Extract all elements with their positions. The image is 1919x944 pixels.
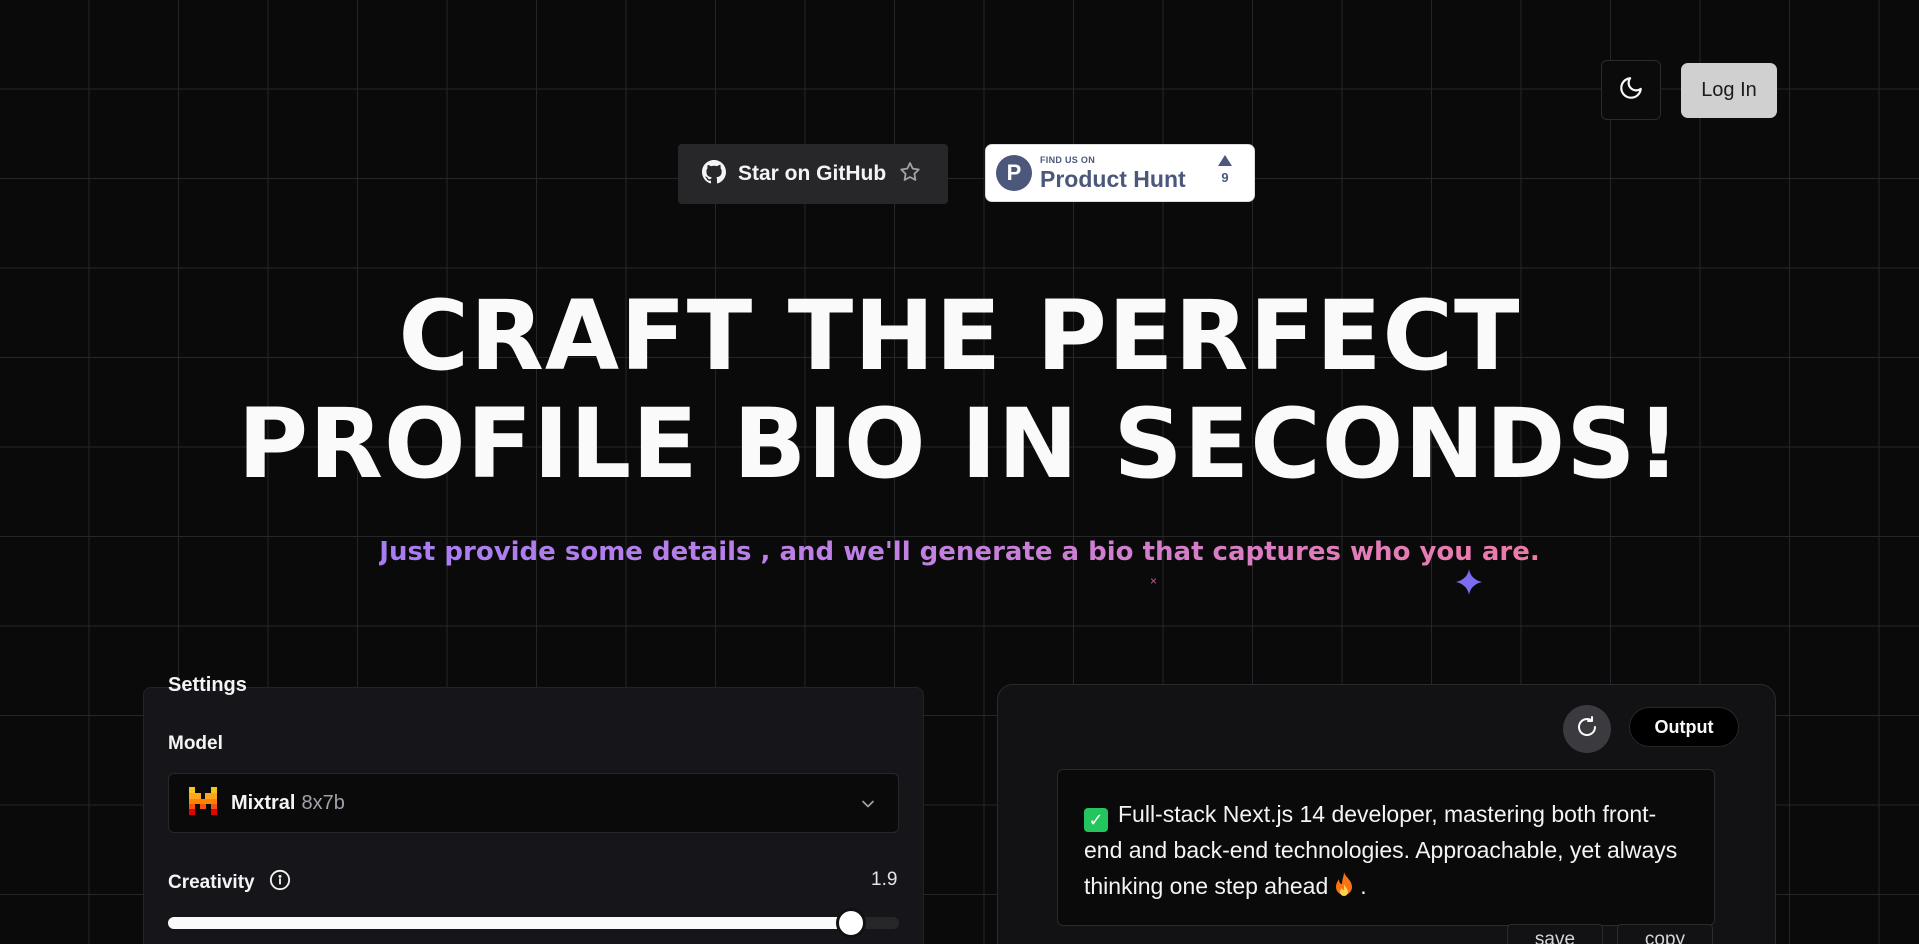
creativity-slider[interactable] xyxy=(168,908,899,938)
producthunt-name: Product Hunt xyxy=(1040,165,1186,192)
theme-toggle-button[interactable] xyxy=(1601,60,1661,120)
regenerate-button[interactable] xyxy=(1563,705,1611,753)
login-button[interactable]: Log In xyxy=(1681,62,1777,118)
save-button[interactable]: save xyxy=(1507,924,1603,944)
model-label: Model xyxy=(168,733,223,754)
mistral-logo-icon xyxy=(189,786,217,820)
page-subtitle-text: Just provide some details , and we'll ge… xyxy=(379,537,1540,567)
creativity-label: Creativity xyxy=(168,869,291,897)
badges: Star on GitHub P FIND US ON Product Hunt… xyxy=(678,144,1255,204)
check-mark-icon: ✓ xyxy=(1084,808,1108,832)
chevron-down-icon xyxy=(858,794,878,819)
star-icon xyxy=(898,160,922,189)
output-text-end: . xyxy=(1360,873,1367,899)
github-icon xyxy=(702,159,726,189)
slider-fill xyxy=(168,917,852,929)
producthunt-badge[interactable]: P FIND US ON Product Hunt 9 xyxy=(985,144,1255,202)
sparkle-dot-icon: × xyxy=(1150,574,1158,588)
page-title-line-1: CRAFT THE PERFECT xyxy=(398,280,1521,392)
info-icon[interactable] xyxy=(269,869,291,897)
sparkle-icon xyxy=(1456,569,1482,600)
producthunt-vote-count: 9 xyxy=(1221,170,1229,185)
page-title-line-2: PROFILE BIO IN SECONDS! xyxy=(237,388,1682,500)
model-size: 8x7b xyxy=(301,791,345,814)
page-title: CRAFT THE PERFECT PROFILE BIO IN SECONDS… xyxy=(0,282,1919,498)
moon-icon xyxy=(1618,75,1644,106)
page-subtitle: Just provide some details , and we'll ge… xyxy=(0,537,1919,567)
refresh-icon xyxy=(1575,715,1599,744)
output-card: ✓ Full-stack Next.js 14 developer, master… xyxy=(1057,769,1715,926)
model-name: Mixtral xyxy=(231,791,296,814)
creativity-label-text: Creativity xyxy=(168,872,255,893)
slider-thumb[interactable] xyxy=(836,908,867,938)
upvote-icon xyxy=(1218,155,1232,166)
producthunt-text: FIND US ON Product Hunt xyxy=(1040,154,1186,192)
copy-button[interactable]: copy xyxy=(1617,924,1713,944)
producthunt-find-text: FIND US ON xyxy=(1040,154,1096,165)
output-text: Full-stack Next.js 14 developer, masteri… xyxy=(1084,801,1678,899)
github-star-button[interactable]: Star on GitHub xyxy=(678,144,948,204)
fire-icon xyxy=(1334,872,1354,908)
settings-legend: Settings xyxy=(168,674,247,696)
github-star-label: Star on GitHub xyxy=(738,162,887,185)
model-select[interactable]: Mixtral 8x7b xyxy=(168,773,899,833)
producthunt-logo-icon: P xyxy=(996,155,1032,191)
creativity-value: 1.9 xyxy=(871,869,898,890)
output-badge: Output xyxy=(1629,707,1739,747)
producthunt-votes: 9 xyxy=(1218,155,1232,185)
header-actions: Log In xyxy=(1601,60,1777,120)
